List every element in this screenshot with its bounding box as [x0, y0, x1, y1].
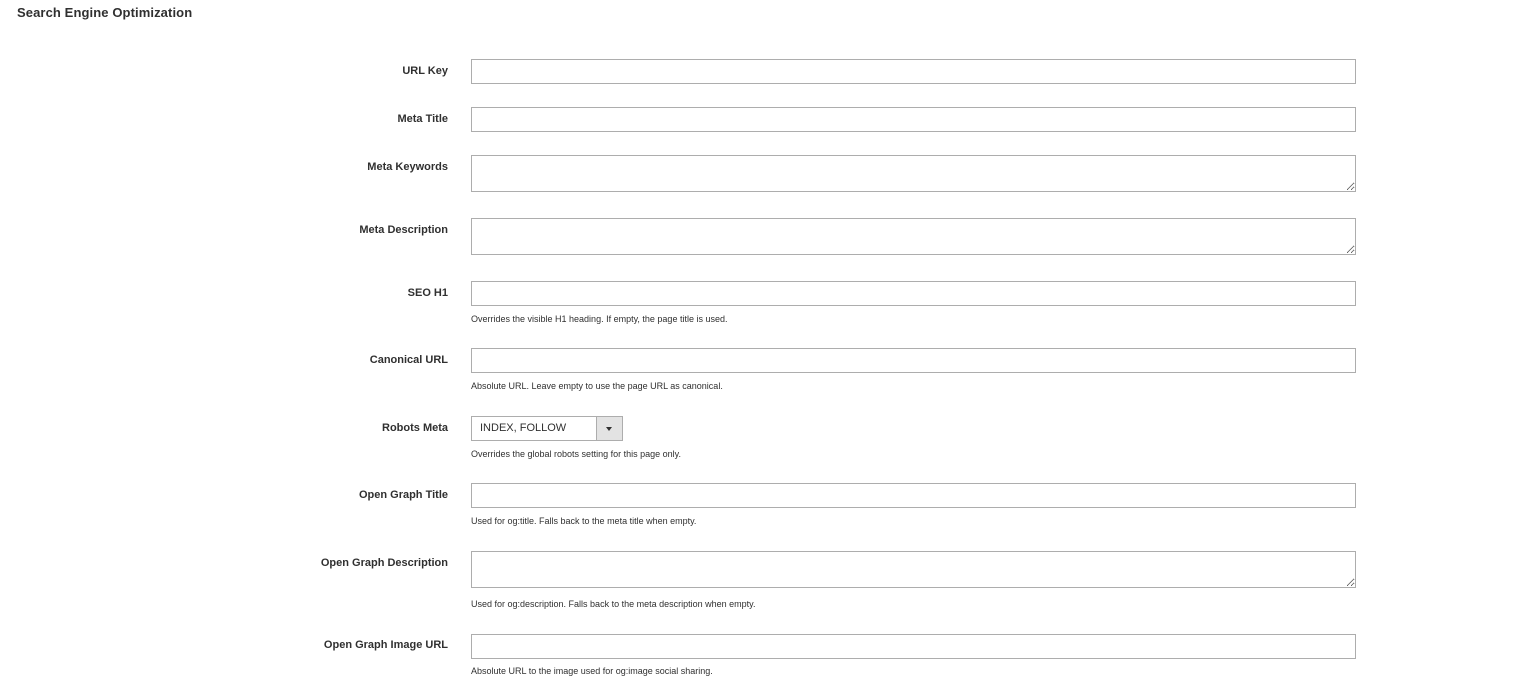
og-title-label: Open Graph Title — [358, 489, 448, 501]
meta-description-textarea[interactable] — [471, 218, 1356, 255]
canonical-url-input[interactable] — [471, 348, 1356, 373]
meta-keywords-textarea[interactable] — [471, 155, 1356, 192]
og-description-label: Open Graph Description — [320, 557, 448, 569]
seo-h1-note: Overrides the visible H1 heading. If emp… — [471, 314, 728, 324]
seo-h1-label: SEO H1 — [407, 287, 448, 299]
robots-meta-note: Overrides the global robots setting for … — [471, 449, 681, 459]
robots-meta-dropdown-button[interactable] — [596, 417, 622, 440]
meta-title-input[interactable] — [471, 107, 1356, 132]
chevron-down-icon — [606, 427, 612, 431]
og-description-note: Used for og:description. Falls back to t… — [471, 599, 756, 609]
url-key-label: URL Key — [402, 65, 448, 77]
meta-keywords-label: Meta Keywords — [367, 161, 448, 173]
url-key-input[interactable] — [471, 59, 1356, 84]
seo-h1-input[interactable] — [471, 281, 1356, 306]
og-title-input[interactable] — [471, 483, 1356, 508]
robots-meta-selected-value: INDEX, FOLLOW — [480, 422, 567, 434]
section-title: Search Engine Optimization — [17, 5, 193, 20]
og-title-note: Used for og:title. Falls back to the met… — [471, 516, 697, 526]
og-image-url-label: Open Graph Image URL — [323, 639, 448, 651]
meta-description-label: Meta Description — [359, 224, 448, 236]
og-image-url-input[interactable] — [471, 634, 1356, 659]
canonical-url-note: Absolute URL. Leave empty to use the pag… — [471, 381, 723, 391]
meta-title-label: Meta Title — [397, 113, 448, 125]
robots-meta-select[interactable]: INDEX, FOLLOW — [471, 416, 623, 441]
og-description-textarea[interactable] — [471, 551, 1356, 588]
og-image-url-note: Absolute URL to the image used for og:im… — [471, 666, 713, 676]
canonical-url-label: Canonical URL — [369, 354, 448, 366]
robots-meta-label: Robots Meta — [382, 422, 448, 434]
